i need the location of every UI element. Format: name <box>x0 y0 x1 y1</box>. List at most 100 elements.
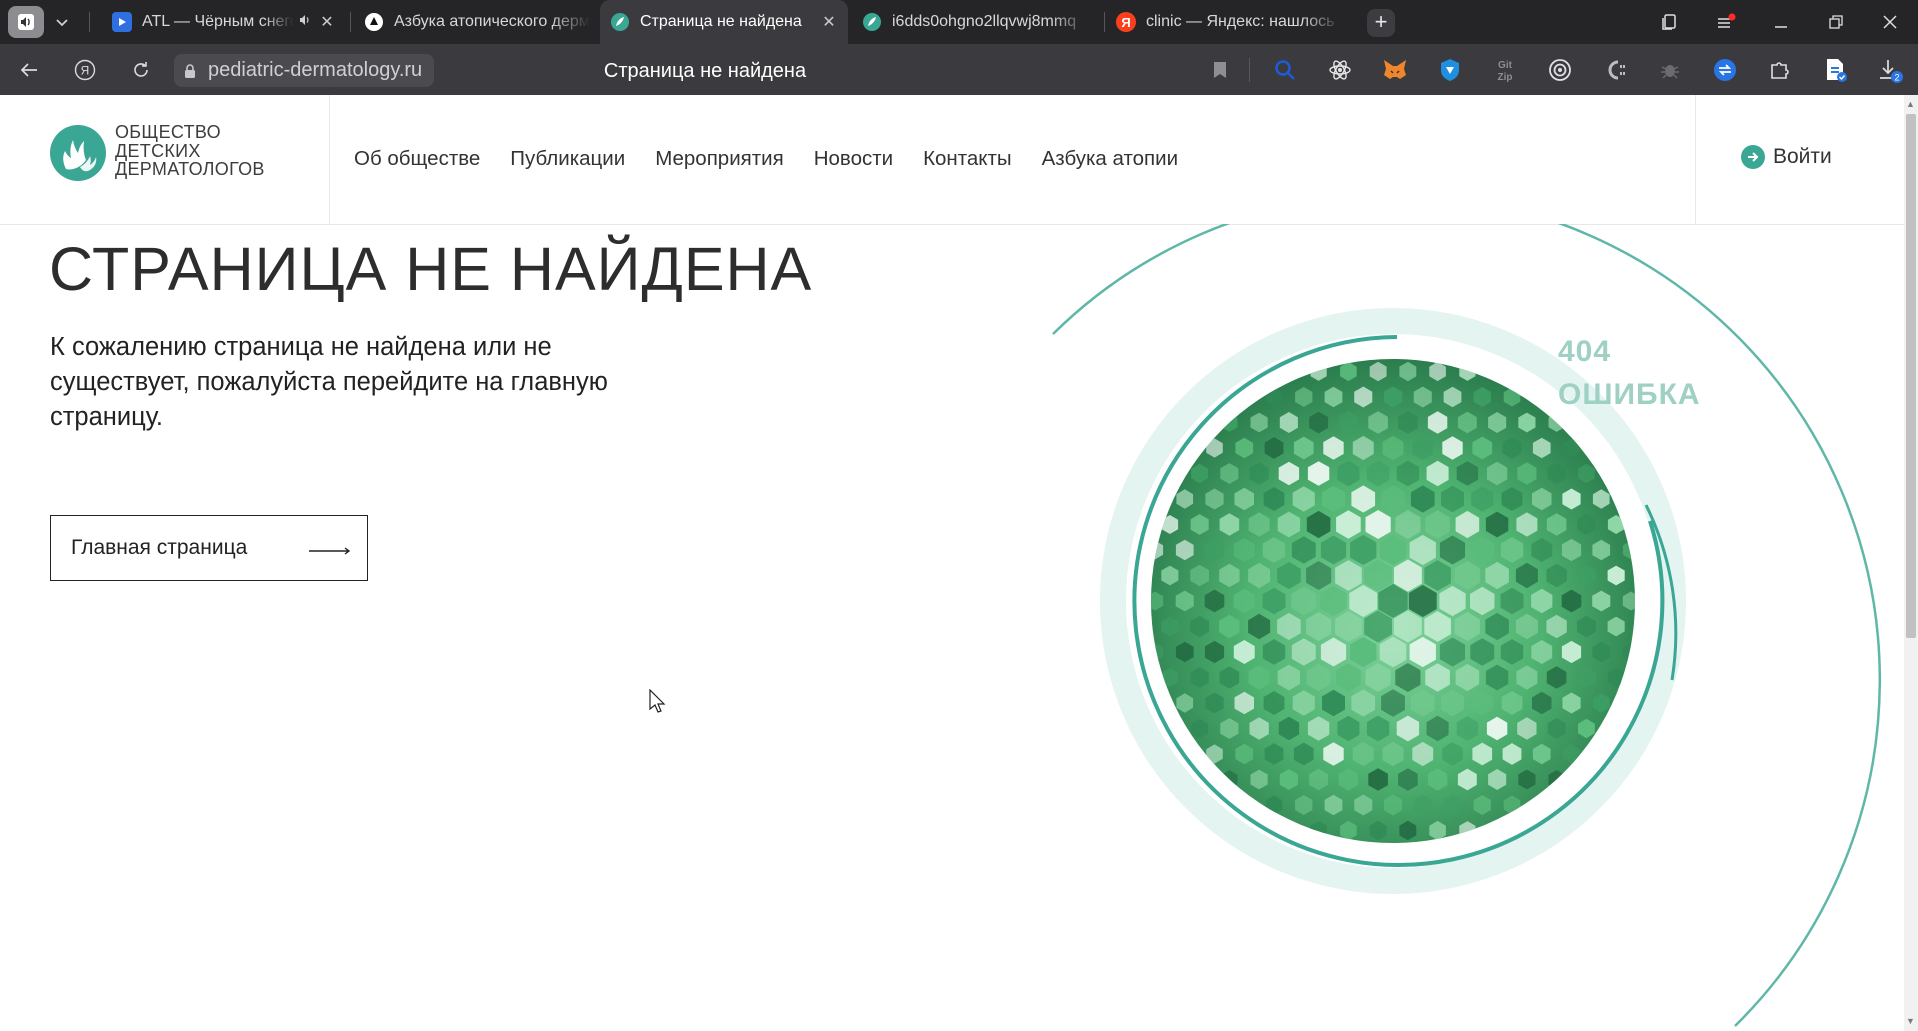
hexagon-tile <box>1489 362 1506 381</box>
hexagon-tile <box>1385 847 1401 866</box>
hexagon-tile <box>1608 464 1625 483</box>
minimize-icon <box>1775 26 1787 28</box>
code-icon <box>1608 60 1625 80</box>
fox-icon <box>1384 60 1406 79</box>
close-icon <box>1883 15 1897 29</box>
tab-separator <box>1104 12 1105 32</box>
error-code: 404 <box>1558 335 1612 368</box>
scrollbar-thumb[interactable] <box>1906 114 1916 638</box>
home-page-button[interactable]: Главная страница <box>50 515 368 581</box>
target-icon <box>1549 59 1571 81</box>
lock-icon[interactable] <box>182 63 198 79</box>
site-logo-link[interactable]: ОБЩЕСТВО ДЕТСКИХ ДЕРМАТОЛОГОВ <box>0 95 330 224</box>
leaf-logo-icon <box>862 12 882 32</box>
audio-playing-icon[interactable] <box>298 13 312 32</box>
play-icon <box>112 12 132 32</box>
tab-page-not-found[interactable]: Страница не найдена ✕ <box>600 0 848 44</box>
gitzip-button[interactable]: Git Zip <box>1490 55 1520 85</box>
search-extension-button[interactable] <box>1270 55 1300 85</box>
nav-about[interactable]: Об обществе <box>354 147 480 171</box>
download-icon: 2 <box>1880 60 1903 83</box>
react-devtools-button[interactable] <box>1325 55 1355 85</box>
restore-icon <box>1829 15 1843 29</box>
error-label: 404 ОШИБКА <box>1558 330 1701 416</box>
metamask-button[interactable] <box>1380 55 1410 85</box>
main-navigation: Об обществе Публикации Мероприятия Новос… <box>354 147 1208 171</box>
new-tab-button[interactable]: + <box>1367 9 1395 37</box>
extensions-button[interactable] <box>1765 55 1795 85</box>
scroll-down-arrow[interactable]: ▼ <box>1906 1016 1915 1026</box>
shield-icon <box>1441 59 1459 81</box>
document-extension-button[interactable] <box>1820 55 1850 85</box>
nav-news[interactable]: Новости <box>814 147 893 171</box>
nav-atopy-alphabet[interactable]: Азбука атопии <box>1042 147 1178 171</box>
tab-atl[interactable]: ATL — Чёрным снегом ✕ <box>102 0 346 44</box>
yandex-icon: Я <box>1116 12 1136 32</box>
login-arrow-icon <box>1741 145 1765 169</box>
collections-button[interactable] <box>1654 8 1686 36</box>
yandex-logo-icon: Я <box>74 59 96 81</box>
tab-yandex-clinic[interactable]: Я clinic — Яндекс: нашлось <box>1106 0 1352 44</box>
svg-text:Zip: Zip <box>1498 72 1513 83</box>
error-word: ОШИБКА <box>1558 378 1701 411</box>
speaker-icon <box>18 14 34 30</box>
not-found-message: К сожалению страница не найдена или не с… <box>50 333 608 431</box>
menu-button[interactable] <box>1710 8 1742 36</box>
svg-text:Git: Git <box>1498 60 1513 71</box>
code-extension-button[interactable] <box>1600 55 1630 85</box>
sound-toggle-button[interactable] <box>8 6 44 38</box>
hexagon-tile <box>1638 566 1654 585</box>
search-icon <box>1275 60 1295 80</box>
hexagon-tile <box>1533 795 1550 815</box>
vpn-extension-button[interactable] <box>1435 55 1465 85</box>
toolbar-separator <box>1249 58 1250 82</box>
hexagon-tile <box>1638 617 1654 636</box>
login-button[interactable]: Войти <box>1741 145 1832 169</box>
close-tab-icon[interactable]: ✕ <box>820 12 838 32</box>
tab-title: Страница не найдена <box>640 13 802 30</box>
nav-events[interactable]: Мероприятия <box>655 147 784 171</box>
translate-extension-button[interactable] <box>1710 55 1740 85</box>
yandex-home-button[interactable]: Я <box>68 54 102 86</box>
browser-tab-bar: ATL — Чёрным снегом ✕ Азбука атопическог… <box>0 0 1918 44</box>
nav-publications[interactable]: Публикации <box>510 147 625 171</box>
tab-title: Азбука атопического дерматита <box>394 13 590 30</box>
back-button[interactable] <box>12 54 46 86</box>
page-heading: СТРАНИЦА НЕ НАЙДЕНА <box>49 235 813 303</box>
toolbar-page-title: Страница не найдена <box>603 60 807 82</box>
hexagon-tile <box>1622 693 1635 713</box>
target-extension-button[interactable] <box>1545 55 1575 85</box>
logo-line: ДЕТСКИХ <box>115 140 201 161</box>
close-window-button[interactable] <box>1874 8 1906 36</box>
tab-title: i6dds0ohgno2llqvwj8mmq <box>892 13 1077 30</box>
tabs-dropdown-button[interactable] <box>50 10 74 34</box>
close-tab-icon[interactable]: ✕ <box>318 12 336 32</box>
swap-arrows-icon <box>1714 59 1736 81</box>
downloads-button[interactable]: 2 <box>1875 55 1905 85</box>
hamburger-menu-icon <box>1718 13 1736 28</box>
hexagon-tile <box>1608 719 1625 738</box>
bug-extension-button[interactable] <box>1655 55 1685 85</box>
tab-atopic-azbuka[interactable]: Азбука атопического дерматита <box>354 0 600 44</box>
tab-hash-page[interactable]: i6dds0ohgno2llqvwj8mmq <box>852 0 1100 44</box>
hands-logo-icon <box>50 125 106 181</box>
gitzip-icon: GitZip <box>1498 60 1513 83</box>
bookmark-button[interactable] <box>1205 55 1235 85</box>
hexagon-tile <box>1385 337 1401 356</box>
arrow-right-icon <box>309 547 351 555</box>
reload-button[interactable] <box>124 54 158 86</box>
bookmark-icon <box>1214 62 1226 78</box>
site-header: ОБЩЕСТВО ДЕТСКИХ ДЕРМАТОЛОГОВ Об обществ… <box>0 95 1904 225</box>
home-button-label: Главная страница <box>71 536 248 559</box>
bug-icon <box>1661 65 1679 79</box>
nav-contacts[interactable]: Контакты <box>923 147 1012 171</box>
puzzle-icon <box>1771 62 1789 79</box>
login-label: Войти <box>1773 145 1832 168</box>
error-illustration <box>1000 224 1900 1031</box>
restore-button[interactable] <box>1820 8 1852 36</box>
minimize-button[interactable] <box>1765 8 1797 36</box>
reload-icon <box>134 62 148 77</box>
scroll-up-arrow[interactable]: ▲ <box>1906 99 1915 109</box>
downloads-badge: 2 <box>1894 73 1899 83</box>
url-field[interactable]: pediatric-dermatology.ru <box>174 54 435 87</box>
